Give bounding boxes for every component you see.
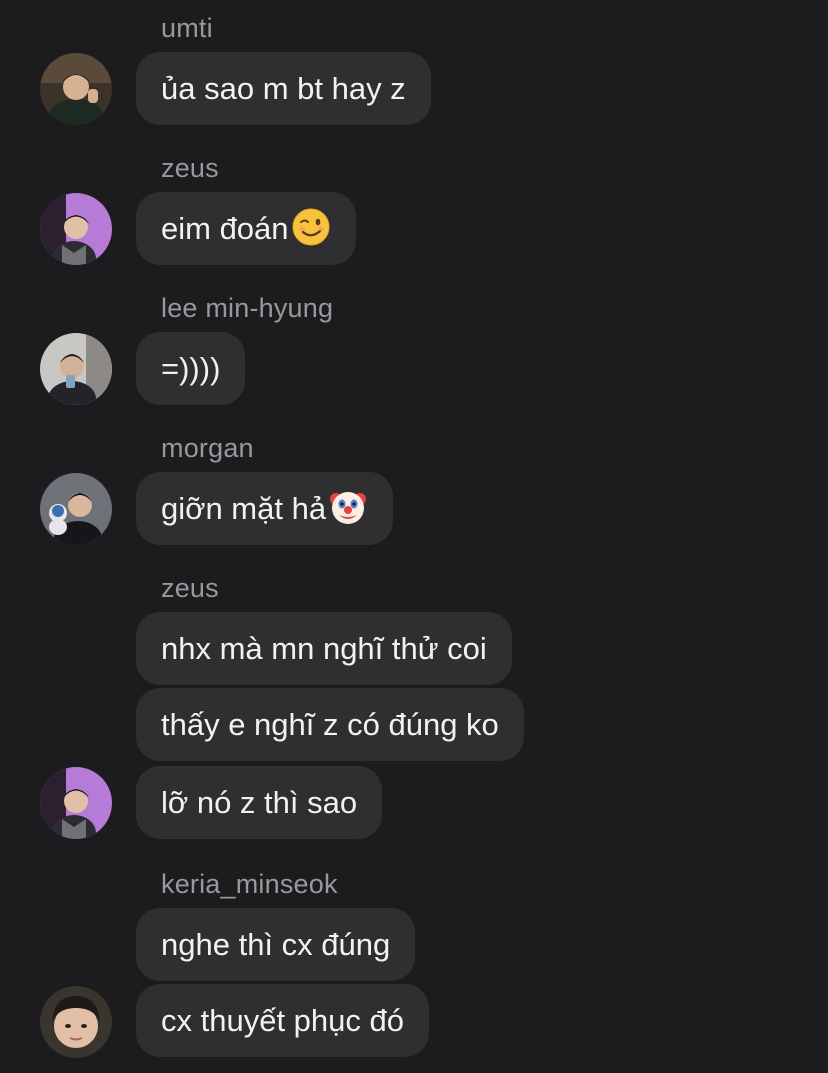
sender-name: zeus [161,573,219,603]
clown-face-emoji [330,492,367,524]
message-text: lỡ nó z thì sao [161,785,358,820]
message-bubble[interactable]: thấy e nghĩ z có đúng ko [136,688,524,761]
chat-thread: umti ủa sao m bt hay z zeus eim đoán lee… [0,0,828,1073]
message-bubble[interactable]: nghe thì cx đúng [136,908,416,981]
message-bubble[interactable]: giỡn mặt hả [136,472,394,545]
avatar-keria-minseok[interactable] [40,986,112,1058]
message-text: cx thuyết phục đó [161,1003,404,1038]
avatar-morgan[interactable] [40,473,112,545]
message-bubble[interactable]: lỡ nó z thì sao [136,766,383,839]
message-text: thấy e nghĩ z có đúng ko [161,707,499,742]
message-bubble[interactable]: =)))) [136,332,246,405]
message-text: giỡn mặt hả [161,491,327,526]
message-text: =)))) [161,351,221,386]
sender-name: umti [161,13,213,43]
sender-name: keria_minseok [161,869,338,899]
message-text: eim đoán [161,211,289,246]
avatar-zeus[interactable] [40,767,112,839]
message-bubble[interactable]: ủa sao m bt hay z [136,52,431,125]
sender-name: lee min-hyung [161,293,334,323]
message-text: nhx mà mn nghĩ thử coi [161,631,487,666]
message-text: ủa sao m bt hay z [161,71,406,106]
message-bubble[interactable]: cx thuyết phục đó [136,984,429,1057]
winking-face-emoji [292,208,330,246]
sender-name: zeus [161,153,219,183]
message-text: nghe thì cx đúng [161,927,391,962]
avatar-zeus[interactable] [40,193,112,265]
message-bubble[interactable]: nhx mà mn nghĩ thử coi [136,612,512,685]
sender-name: morgan [161,433,254,463]
message-bubble[interactable]: eim đoán [136,192,356,265]
avatar-umti[interactable] [40,53,112,125]
avatar-lee-min-hyung[interactable] [40,333,112,405]
